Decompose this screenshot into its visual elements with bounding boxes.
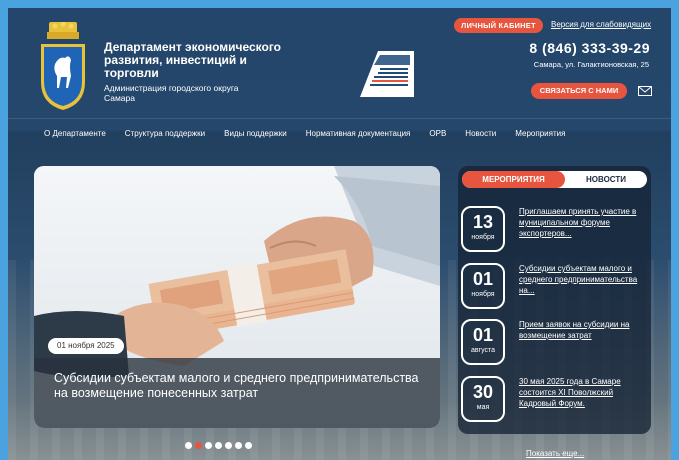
slider-dot[interactable] bbox=[185, 442, 192, 449]
nav-item-news[interactable]: Новости bbox=[465, 129, 496, 138]
event-day: 01 bbox=[472, 269, 494, 289]
show-more-link[interactable]: Показать еще... bbox=[526, 449, 584, 458]
accessible-version-link[interactable]: Версия для слабовидящих bbox=[551, 19, 651, 31]
nav-item-about[interactable]: О Департаменте bbox=[44, 129, 106, 138]
event-title-link[interactable]: 30 мая 2025 года в Самаре состоится XI П… bbox=[519, 376, 647, 409]
slider-dot-active[interactable] bbox=[195, 442, 202, 449]
event-month: августа bbox=[470, 347, 496, 354]
tab-events[interactable]: МЕРОПРИЯТИЯ bbox=[462, 171, 565, 188]
slider-dot[interactable] bbox=[235, 442, 242, 449]
samara-coat-of-arms-icon[interactable] bbox=[35, 22, 91, 110]
personal-cabinet-button[interactable]: ЛИЧНЫЙ КАБИНЕТ bbox=[454, 18, 543, 33]
nav-item-support-types[interactable]: Виды поддержки bbox=[224, 129, 287, 138]
nav-item-documents[interactable]: Нормативная документация bbox=[306, 129, 411, 138]
event-item[interactable]: 13 ноября Приглашаем принять участие в м… bbox=[461, 206, 649, 256]
event-day: 13 bbox=[472, 212, 494, 232]
event-title-link[interactable]: Прием заявок на субсидии на возмещение з… bbox=[519, 319, 647, 341]
event-item[interactable]: 01 августа Прием заявок на субсидии на в… bbox=[461, 319, 649, 369]
slider-dot[interactable] bbox=[245, 442, 252, 449]
nav-item-events[interactable]: Мероприятия bbox=[515, 129, 565, 138]
slider-dots bbox=[185, 442, 252, 449]
event-month: ноября bbox=[471, 234, 495, 241]
event-date-box: 30 мая bbox=[461, 376, 505, 422]
panel-tabs: МЕРОПРИЯТИЯ НОВОСТИ bbox=[462, 171, 647, 188]
hero-caption[interactable]: Субсидии субъектам малого и среднего пре… bbox=[34, 358, 440, 428]
event-item[interactable]: 01 ноября Субсидии субъектам малого и ср… bbox=[461, 263, 649, 313]
org-subtitle: Администрация городского округа Самара bbox=[104, 83, 239, 103]
national-projects-logo[interactable] bbox=[360, 51, 414, 99]
hero-slider[interactable]: 01 ноября 2025 Субсидии субъектам малого… bbox=[34, 166, 440, 428]
mail-icon[interactable] bbox=[638, 86, 652, 96]
event-day: 30 bbox=[472, 382, 494, 402]
event-date-box: 13 ноября bbox=[461, 206, 505, 252]
slider-dot[interactable] bbox=[205, 442, 212, 449]
hero-date-badge: 01 ноября 2025 bbox=[48, 338, 124, 354]
event-date-box: 01 августа bbox=[461, 319, 505, 365]
event-day: 01 bbox=[472, 325, 494, 345]
page: Департамент экономического развития, инв… bbox=[8, 8, 671, 460]
event-date-box: 01 ноября bbox=[461, 263, 505, 309]
slider-dot[interactable] bbox=[225, 442, 232, 449]
event-month: мая bbox=[476, 404, 490, 411]
org-title[interactable]: Департамент экономического развития, инв… bbox=[104, 41, 294, 80]
main-nav: О Департаменте Структура поддержки Виды … bbox=[8, 118, 671, 148]
event-month: ноября bbox=[471, 291, 495, 298]
contact-us-button[interactable]: СВЯЗАТЬСЯ С НАМИ bbox=[531, 83, 627, 99]
nav-item-structure[interactable]: Структура поддержки bbox=[125, 129, 205, 138]
nav-item-orv[interactable]: ОРВ bbox=[429, 129, 446, 138]
phone-number[interactable]: 8 (846) 333-39-29 bbox=[529, 40, 650, 56]
tab-news[interactable]: НОВОСТИ bbox=[565, 171, 647, 188]
event-title-link[interactable]: Субсидии субъектам малого и среднего пре… bbox=[519, 263, 647, 296]
slider-dot[interactable] bbox=[215, 442, 222, 449]
address: Самара, ул. Галактионовская, 25 bbox=[533, 60, 649, 69]
event-title-link[interactable]: Приглашаем принять участие в муниципальн… bbox=[519, 206, 647, 239]
events-panel: МЕРОПРИЯТИЯ НОВОСТИ 13 ноября Приглашаем… bbox=[458, 166, 651, 434]
event-item[interactable]: 30 мая 30 мая 2025 года в Самаре состоит… bbox=[461, 376, 649, 426]
